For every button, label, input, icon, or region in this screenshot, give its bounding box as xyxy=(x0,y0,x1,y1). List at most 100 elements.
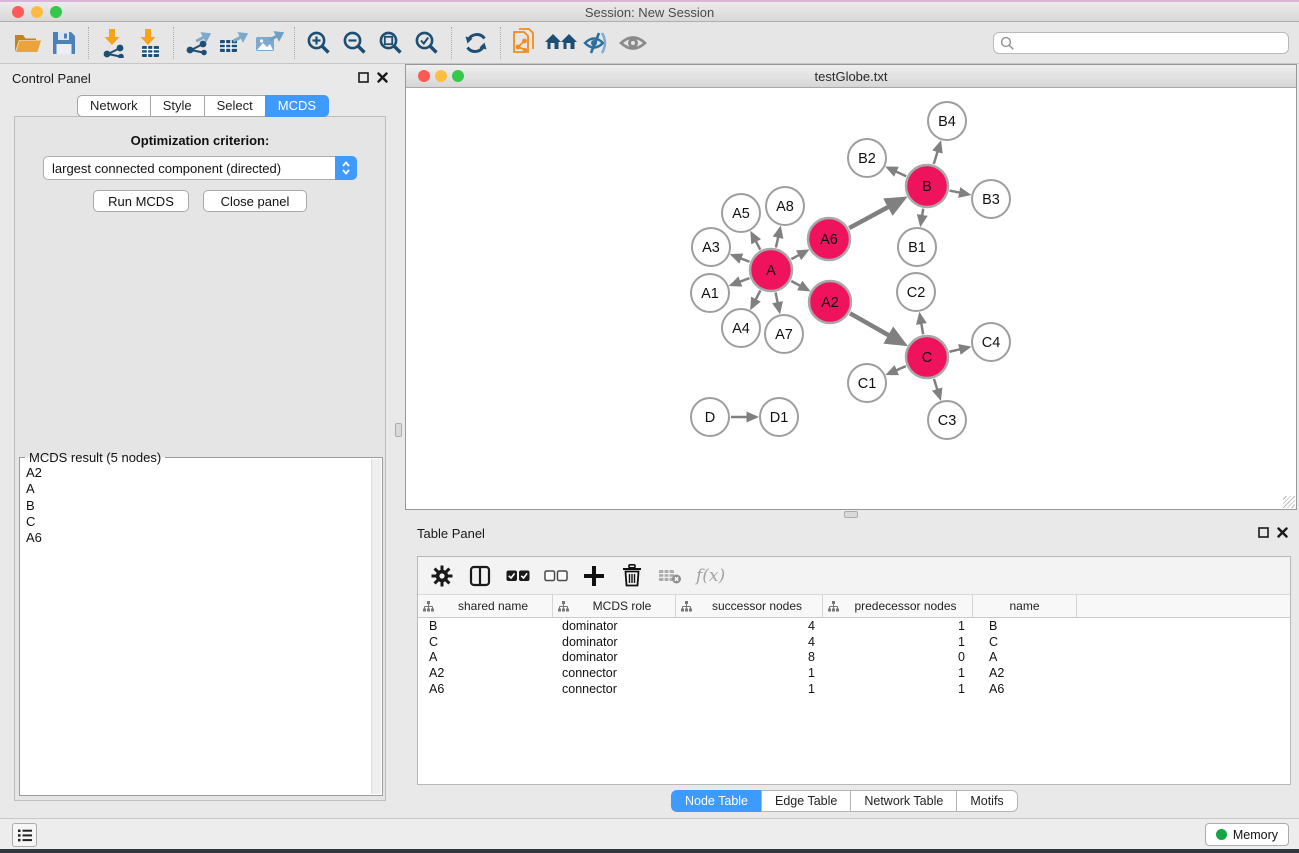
zoom-selected-icon[interactable] xyxy=(409,25,445,61)
network-window-titlebar[interactable]: testGlobe.txt xyxy=(406,65,1296,88)
graph-node-D[interactable]: D xyxy=(691,398,729,436)
tab-motifs[interactable]: Motifs xyxy=(956,790,1017,812)
graph-node-C[interactable]: C xyxy=(906,336,948,378)
graph-node-A7[interactable]: A7 xyxy=(765,315,803,353)
graph-edge-B-B2[interactable] xyxy=(895,171,906,176)
criterion-dropdown[interactable]: largest connected component (directed) xyxy=(43,156,357,180)
graph-node-C3[interactable]: C3 xyxy=(928,401,966,439)
table-cell[interactable]: dominator xyxy=(553,650,676,664)
table-cell[interactable]: A6 xyxy=(418,682,553,696)
graph-edge-A-A1[interactable] xyxy=(739,278,749,282)
table-options-icon[interactable] xyxy=(430,563,454,589)
graph-edge-A-A7[interactable] xyxy=(776,293,778,304)
graph-node-A[interactable]: A xyxy=(750,249,792,291)
graph-node-A1[interactable]: A1 xyxy=(691,274,729,312)
graph-edge-A-A8[interactable] xyxy=(776,236,778,247)
graph-node-D1[interactable]: D1 xyxy=(760,398,798,436)
open-session-icon[interactable] xyxy=(10,25,46,61)
save-session-icon[interactable] xyxy=(46,25,82,61)
graph-edge-A-A5[interactable] xyxy=(755,240,760,249)
new-network-from-selection-icon[interactable] xyxy=(507,25,543,61)
run-mcds-button[interactable]: Run MCDS xyxy=(93,190,189,212)
table-cell[interactable]: 1 xyxy=(823,682,973,696)
graph-node-C1[interactable]: C1 xyxy=(848,364,886,402)
column-header-shared-name[interactable]: shared name xyxy=(418,595,553,617)
graph-edge-A2-C[interactable] xyxy=(850,313,891,336)
graph-edge-A6-B[interactable] xyxy=(849,206,890,228)
graph-node-C2[interactable]: C2 xyxy=(897,273,935,311)
table-cell[interactable]: 4 xyxy=(676,635,823,649)
mcds-result-item[interactable]: A6 xyxy=(22,530,370,546)
graph-node-A2[interactable]: A2 xyxy=(809,281,851,323)
export-network-icon[interactable] xyxy=(180,25,216,61)
tab-select[interactable]: Select xyxy=(204,95,266,117)
tab-network[interactable]: Network xyxy=(77,95,151,117)
column-header-mcds-role[interactable]: MCDS role xyxy=(553,595,676,617)
select-all-columns-icon[interactable] xyxy=(506,563,530,589)
table-cell[interactable]: A2 xyxy=(973,666,1077,680)
table-cell[interactable]: C xyxy=(973,635,1077,649)
horizontal-splitter-handle[interactable] xyxy=(844,511,858,518)
resize-grip[interactable] xyxy=(1283,496,1295,508)
table-cell[interactable]: connector xyxy=(553,682,676,696)
float-panel-icon[interactable] xyxy=(358,72,369,83)
show-column-icon[interactable] xyxy=(468,563,492,589)
mcds-result-item[interactable]: A xyxy=(22,481,370,497)
hide-graphics-details-icon[interactable] xyxy=(579,25,615,61)
graph-edge-A-A3[interactable] xyxy=(740,258,750,262)
table-cell[interactable]: B xyxy=(973,619,1077,633)
tab-network-table[interactable]: Network Table xyxy=(850,790,957,812)
delete-columns-icon[interactable] xyxy=(620,563,644,589)
table-row[interactable]: A6connector11A6 xyxy=(418,681,1290,697)
network-graph[interactable]: B4B2BB3A8A5A6A3B1AC2A1A2A4A7C4CC1DD1C3 xyxy=(406,88,1296,509)
zoom-in-icon[interactable] xyxy=(301,25,337,61)
table-cell[interactable]: 4 xyxy=(676,619,823,633)
task-history-button[interactable] xyxy=(12,823,37,847)
table-cell[interactable]: B xyxy=(418,619,553,633)
table-cell[interactable]: dominator xyxy=(553,619,676,633)
mcds-result-item[interactable]: B xyxy=(22,498,370,514)
graph-node-A4[interactable]: A4 xyxy=(722,309,760,347)
graph-node-B4[interactable]: B4 xyxy=(928,102,966,140)
mcds-result-item[interactable]: A2 xyxy=(22,465,370,481)
graph-edge-C-C2[interactable] xyxy=(921,323,923,335)
table-cell[interactable]: 1 xyxy=(676,666,823,680)
search-box[interactable] xyxy=(993,32,1289,54)
graph-node-A6[interactable]: A6 xyxy=(808,218,850,260)
graph-node-B[interactable]: B xyxy=(906,165,948,207)
graph-node-A5[interactable]: A5 xyxy=(722,194,760,232)
table-cell[interactable]: 1 xyxy=(823,666,973,680)
close-table-panel-icon[interactable] xyxy=(1277,527,1288,538)
graph-edge-C-C4[interactable] xyxy=(949,349,960,352)
search-input[interactable] xyxy=(1015,36,1275,50)
table-row[interactable]: A2connector11A2 xyxy=(418,665,1290,681)
tab-style[interactable]: Style xyxy=(150,95,205,117)
column-header-predecessor-nodes[interactable]: predecessor nodes xyxy=(823,595,973,617)
table-cell[interactable]: 1 xyxy=(676,682,823,696)
show-graphics-details-icon[interactable] xyxy=(615,25,651,61)
graph-edge-C-C3[interactable] xyxy=(934,379,938,391)
memory-button[interactable]: Memory xyxy=(1205,823,1289,846)
table-row[interactable]: Adominator80A xyxy=(418,649,1290,665)
refresh-icon[interactable] xyxy=(458,25,494,61)
zoom-fit-icon[interactable] xyxy=(373,25,409,61)
close-panel-icon[interactable] xyxy=(377,72,388,83)
column-header-successor-nodes[interactable]: successor nodes xyxy=(676,595,823,617)
zoom-out-icon[interactable] xyxy=(337,25,373,61)
tab-node-table[interactable]: Node Table xyxy=(671,790,762,812)
table-cell[interactable]: A2 xyxy=(418,666,553,680)
result-scrollbar[interactable] xyxy=(371,459,381,794)
graph-edge-A-A4[interactable] xyxy=(755,290,760,300)
table-cell[interactable]: dominator xyxy=(553,635,676,649)
table-cell[interactable]: connector xyxy=(553,666,676,680)
table-cell[interactable]: A6 xyxy=(973,682,1077,696)
mcds-result-list[interactable]: A2ABCA6 xyxy=(22,465,370,793)
network-canvas[interactable]: B4B2BB3A8A5A6A3B1AC2A1A2A4A7C4CC1DD1C3 xyxy=(406,88,1296,509)
table-cell[interactable]: 1 xyxy=(823,619,973,633)
import-network-icon[interactable] xyxy=(95,25,131,61)
graph-node-B2[interactable]: B2 xyxy=(848,139,886,177)
table-cell[interactable]: 0 xyxy=(823,650,973,664)
home-icon[interactable] xyxy=(543,25,579,61)
float-table-panel-icon[interactable] xyxy=(1258,527,1269,538)
import-table-icon[interactable] xyxy=(131,25,167,61)
